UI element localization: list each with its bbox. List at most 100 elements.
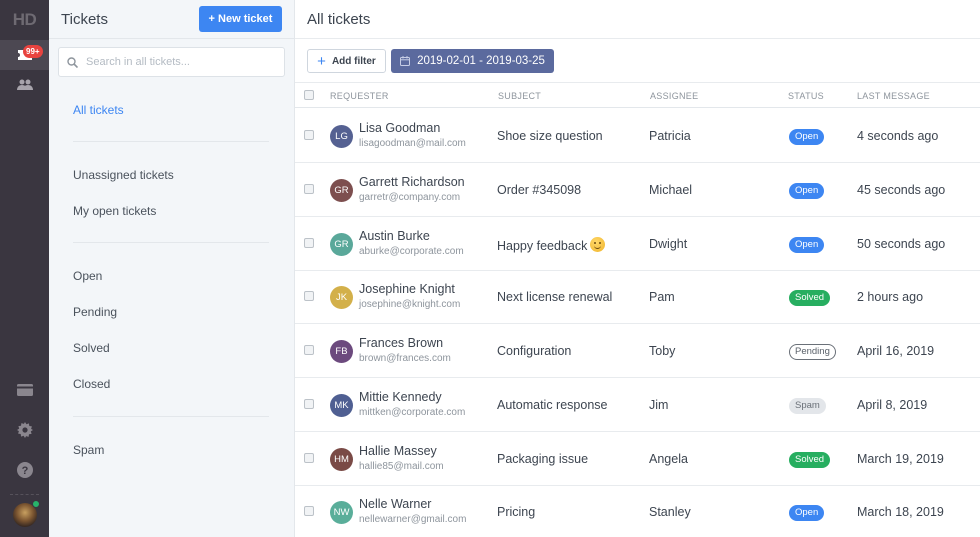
table-row[interactable]: HM Hallie Massey hallie85@mail.com Packagin…: [295, 432, 980, 486]
row-checkbox[interactable]: [304, 345, 314, 355]
table-row[interactable]: MK Mittie Kennedy mittken@corporate.com Aut…: [295, 378, 980, 432]
requester-name[interactable]: Mittie Kennedy: [359, 390, 442, 404]
ticket-subject[interactable]: Packaging issue: [497, 452, 588, 466]
ticket-assignee: Jim: [649, 397, 669, 412]
ticket-assignee: Stanley: [649, 505, 691, 520]
status-badge: Pending: [789, 344, 836, 360]
requester-name[interactable]: Lisa Goodman: [359, 121, 440, 135]
ticket-subject[interactable]: Order #345098: [497, 183, 581, 197]
requester-name[interactable]: Josephine Knight: [359, 282, 455, 296]
sidebar-item-spam[interactable]: Spam: [73, 443, 104, 457]
requester-name[interactable]: Garrett Richardson: [359, 175, 465, 189]
ticket-assignee: Dwight: [649, 236, 688, 251]
rail-help[interactable]: ?: [0, 450, 49, 490]
sidebar-item-all-tickets[interactable]: All tickets: [73, 103, 124, 117]
requester-avatar: GR: [330, 232, 353, 256]
ticket-subject-text: Shoe size question: [497, 129, 603, 143]
ticket-assignee: Michael: [649, 182, 693, 197]
date-range-button[interactable]: 2019-02-01 - 2019-03-25: [391, 49, 554, 73]
requester-email: lisagoodman@mail.com: [359, 138, 466, 149]
sidebar-item-my-open[interactable]: My open tickets: [73, 204, 156, 218]
requester-name[interactable]: Frances Brown: [359, 336, 443, 350]
status-badge: Solved: [789, 451, 831, 468]
row-checkbox[interactable]: [304, 398, 314, 409]
last-message-time: April 16, 2019: [857, 344, 935, 358]
icon-rail: HD 99+ ?: [0, 0, 49, 537]
table-row[interactable]: GR Austin Burke aburke@corporate.com Happy …: [295, 217, 980, 271]
sidebar-item-solved[interactable]: Solved: [73, 341, 110, 355]
sidebar-item-open[interactable]: Open: [73, 269, 102, 283]
ticket-assignee: Toby: [649, 344, 676, 358]
table-header: REQUESTER SUBJECT ASSIGNEE STATUS LAST M…: [295, 83, 980, 108]
requester-avatar: NW: [330, 501, 353, 525]
row-checkbox[interactable]: [304, 183, 314, 194]
ticket-subject-text: Next license renewal: [497, 290, 613, 305]
column-status[interactable]: STATUS: [788, 91, 824, 101]
column-last-message[interactable]: LAST MESSAGE: [857, 91, 930, 101]
page-title: All tickets: [307, 11, 371, 28]
row-checkbox[interactable]: [304, 506, 314, 517]
requester-avatar: FB: [330, 340, 353, 363]
column-subject[interactable]: SUBJECT: [498, 91, 541, 101]
rail-tickets[interactable]: 99+: [0, 40, 49, 70]
requester-avatar: JK: [330, 286, 353, 310]
ticket-subject[interactable]: Automatic response: [497, 398, 607, 412]
table-row[interactable]: JK Josephine Knight josephine@knight.com Ne…: [295, 270, 980, 325]
column-assignee[interactable]: ASSIGNEE: [650, 91, 698, 101]
search-input[interactable]: [86, 56, 266, 68]
row-checkbox[interactable]: [304, 237, 314, 248]
status-badge: Solved: [789, 290, 831, 307]
ticket-subject[interactable]: Happy feedback: [497, 236, 606, 253]
header-divider: [295, 38, 980, 39]
search-icon: [67, 56, 78, 68]
ticket-subject[interactable]: Pricing: [497, 505, 535, 519]
rail-settings[interactable]: [0, 410, 49, 450]
requester-name[interactable]: Nelle Warner: [359, 497, 431, 511]
sidebar-title: Tickets: [61, 11, 108, 28]
status-badge: Open: [789, 236, 825, 253]
sidebar-item-pending[interactable]: Pending: [73, 305, 117, 319]
search-box[interactable]: [58, 47, 285, 77]
requester-email: nellewarner@gmail.com: [359, 514, 467, 526]
ticket-assignee: Angela: [649, 451, 688, 466]
ticket-subject[interactable]: Configuration: [497, 344, 571, 358]
users-icon: [16, 79, 33, 90]
sidebar-item-closed[interactable]: Closed: [73, 377, 110, 391]
smiley-emoji-icon: [590, 236, 606, 252]
ticket-subject[interactable]: Next license renewal: [497, 290, 612, 304]
requester-email: garretr@company.com: [359, 191, 461, 203]
user-avatar[interactable]: [12, 500, 40, 527]
column-requester[interactable]: REQUESTER: [330, 91, 389, 101]
last-message-time: 45 seconds ago: [857, 182, 946, 197]
sidebar-divider: [73, 242, 269, 243]
plus-icon: +: [317, 52, 326, 70]
rail-users[interactable]: [0, 70, 49, 100]
row-checkbox[interactable]: [304, 452, 314, 463]
add-filter-button[interactable]: + Add filter: [307, 49, 386, 73]
app-logo[interactable]: HD: [0, 0, 49, 40]
status-badge: Open: [789, 182, 825, 199]
new-ticket-button[interactable]: + New ticket: [199, 6, 282, 32]
sidebar-header-divider: [49, 38, 295, 39]
select-all-checkbox[interactable]: [304, 90, 314, 100]
table-row[interactable]: GR Garrett Richardson garretr@company.com O…: [295, 163, 980, 217]
ticket-subject[interactable]: Shoe size question: [497, 129, 603, 143]
sidebar-divider: [73, 416, 269, 417]
row-checkbox[interactable]: [304, 291, 314, 302]
table-row[interactable]: LG Lisa Goodman lisagoodman@mail.com Shoe s…: [295, 109, 980, 163]
rail-billing[interactable]: [0, 370, 49, 410]
tickets-sidebar: Tickets + New ticket All tickets Unassig…: [49, 0, 295, 537]
last-message-time: 2 hours ago: [857, 290, 924, 305]
status-badge: Open: [789, 129, 825, 145]
requester-email: aburke@corporate.com: [359, 245, 464, 257]
table-row[interactable]: NW Nelle Warner nellewarner@gmail.com Prici…: [295, 485, 980, 537]
svg-text:?: ?: [21, 465, 28, 477]
requester-email: brown@frances.com: [359, 353, 451, 364]
last-message-time: March 18, 2019: [857, 505, 944, 520]
ticket-assignee: Patricia: [649, 129, 691, 143]
row-checkbox[interactable]: [304, 130, 314, 140]
requester-name[interactable]: Hallie Massey: [359, 444, 437, 458]
sidebar-item-unassigned[interactable]: Unassigned tickets: [73, 168, 174, 182]
requester-name[interactable]: Austin Burke: [359, 229, 430, 243]
table-row[interactable]: FB Frances Brown brown@frances.com Configur…: [295, 324, 980, 378]
